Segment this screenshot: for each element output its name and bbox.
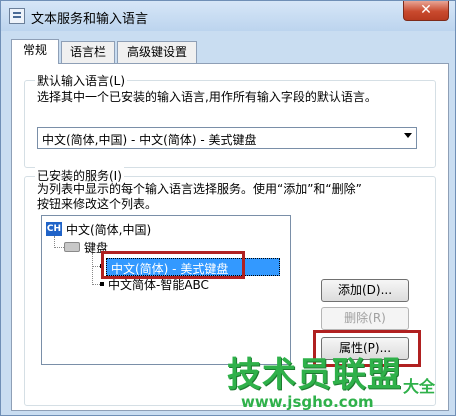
installed-services-description-1: 为列表中显示的每个输入语言选择服务。使用“添加”和“删除” xyxy=(37,182,362,196)
keyboard-icon xyxy=(64,242,80,252)
watermark-brand: 技术员联盟 xyxy=(227,355,402,395)
bullet-icon xyxy=(100,282,104,286)
installed-services-tree[interactable]: CH 中文(简体,中国) 键盘 中文(简体) - 美式键盘 中文简体-智能ABC xyxy=(41,215,291,365)
default-language-heading: 默认输入语言(L) xyxy=(35,72,128,89)
installed-services-description-2: 按钮来修改这个列表。 xyxy=(37,197,158,211)
close-button[interactable]: ✕ xyxy=(403,1,449,21)
tab-language-bar[interactable]: 语言栏 xyxy=(61,41,115,63)
watermark-daquan: 大全 xyxy=(403,377,436,396)
window-title: 文本服务和输入语言 xyxy=(31,12,149,27)
dialog-window: 文本服务和输入语言 ✕ 常规 语言栏 高级键设置 默认输入语言(L) 选择其中一… xyxy=(0,0,456,416)
highlight-box-selected-service xyxy=(101,251,245,279)
watermark-url: www.jsgho.com xyxy=(241,393,374,411)
remove-button[interactable]: 删除(R) xyxy=(321,307,409,330)
title-bar[interactable]: 文本服务和输入语言 ✕ xyxy=(1,1,455,31)
tab-general[interactable]: 常规 xyxy=(11,39,59,64)
default-language-dropdown[interactable]: 中文(简体,中国) - 中文(简体) - 美式键盘 xyxy=(37,127,417,149)
tree-language-node[interactable]: 中文(简体,中国) xyxy=(66,221,151,238)
chevron-down-icon xyxy=(404,133,412,138)
ch-language-icon: CH xyxy=(46,222,62,236)
tree-connector xyxy=(92,253,93,285)
default-language-value: 中文(简体,中国) - 中文(简体) - 美式键盘 xyxy=(42,133,257,147)
tab-advanced-key-settings[interactable]: 高级键设置 xyxy=(117,41,197,63)
default-language-description: 选择其中一个已安装的输入语言,用作所有输入字段的默认语言。 xyxy=(37,90,377,104)
add-button[interactable]: 添加(D)... xyxy=(321,279,409,302)
text-services-icon xyxy=(9,8,25,24)
tree-connector xyxy=(54,247,64,248)
